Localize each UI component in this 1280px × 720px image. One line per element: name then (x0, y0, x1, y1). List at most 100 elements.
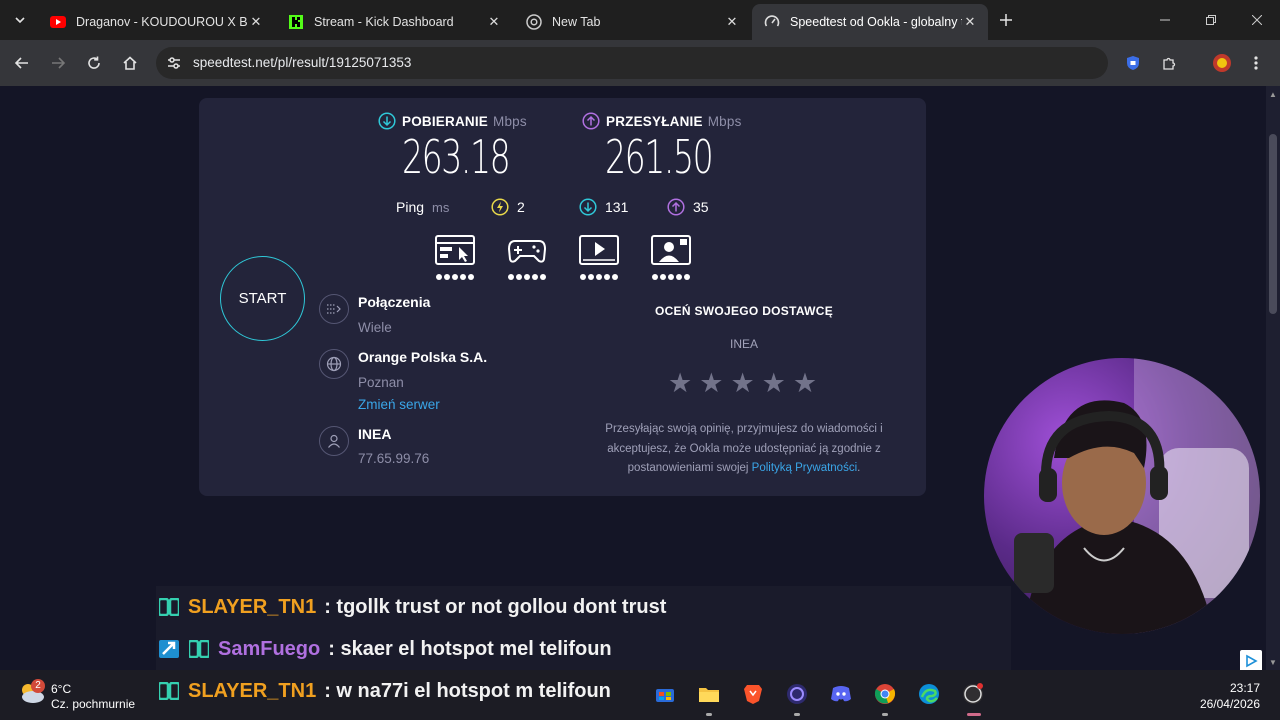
og-badge-icon (158, 681, 180, 701)
tab-kick[interactable]: Stream - Kick Dashboard ✕ (276, 4, 512, 40)
tab-youtube[interactable]: Draganov - KOUDOUROU X BO ✕ (38, 4, 274, 40)
close-icon[interactable]: ✕ (724, 14, 740, 30)
streamer-webcam-image (1014, 358, 1260, 634)
clock-date[interactable]: 26/04/2026 (1190, 697, 1260, 711)
streaming-rating[interactable] (579, 235, 619, 280)
og-badge-icon (188, 639, 210, 659)
close-icon[interactable]: ✕ (248, 14, 264, 30)
idle-latency-icon (491, 198, 509, 216)
gaming-rating[interactable] (507, 235, 547, 280)
tab-title: New Tab (552, 15, 601, 29)
server-location: Poznan (358, 375, 404, 390)
chat-text: : skaer el hotspot mel telifoun (328, 637, 612, 660)
download-latency-icon (579, 198, 597, 216)
tab-new-tab[interactable]: New Tab ✕ (514, 4, 750, 40)
download-arrow-icon (378, 112, 396, 130)
video-call-icon (651, 235, 691, 265)
speedtest-icon (764, 14, 780, 30)
address-bar[interactable]: speedtest.net/pl/result/19125071353 (156, 47, 1108, 79)
app-circle-icon[interactable] (785, 682, 809, 706)
download-speed: 263.18 (402, 130, 511, 184)
isp-ip-address: 77.65.99.76 (358, 451, 430, 466)
ping-download: 131 (579, 197, 628, 217)
adchoices-icon[interactable] (1240, 650, 1262, 672)
upload-unit: Mbps (707, 113, 742, 129)
puzzle-icon (1163, 57, 1176, 70)
scrollbar[interactable]: ▲ ▼ (1266, 86, 1280, 670)
star-icon[interactable]: ★ (762, 370, 786, 397)
change-server-link[interactable]: Zmień serwer (358, 397, 440, 412)
consent-text: Przesyłając swoją opinię, przyjmujesz do… (575, 420, 913, 479)
connections-value: Wiele (358, 320, 392, 335)
download-header: POBIERANIE Mbps (378, 112, 527, 130)
brave-browser-icon[interactable] (741, 682, 765, 706)
scroll-thumb[interactable] (1269, 134, 1277, 314)
tab-speedtest[interactable]: Speedtest od Ookla - globalny t ✕ (752, 4, 988, 40)
ping-upload: 35 (667, 197, 709, 217)
close-window-button[interactable] (1234, 0, 1280, 40)
rate-provider-isp: INEA (729, 337, 758, 351)
ping-idle: 2 (491, 197, 525, 217)
web-browsing-rating[interactable] (435, 235, 475, 280)
tab-title: Draganov - KOUDOUROU X BO (76, 15, 248, 29)
upload-speed: 261.50 (605, 130, 714, 184)
upload-latency-icon (667, 198, 685, 216)
site-info-icon[interactable] (166, 55, 182, 71)
url-text[interactable]: speedtest.net/pl/result/19125071353 (193, 55, 411, 70)
upload-arrow-icon (582, 112, 600, 130)
ping-label-group: Ping ms (396, 197, 449, 217)
start-button[interactable]: START (220, 256, 305, 341)
discord-icon[interactable] (829, 682, 853, 706)
star-rating[interactable]: ★ ★ ★ ★ ★ (668, 370, 817, 397)
weather-temperature[interactable]: 6°C (51, 682, 71, 696)
ping-label: Ping (396, 199, 425, 215)
weather-alert-badge: 2 (31, 679, 45, 693)
star-icon[interactable]: ★ (730, 370, 754, 397)
chat-message: SLAYER_TN1 : tgollk trust or not gollou … (158, 592, 666, 622)
close-icon[interactable]: ✕ (962, 14, 978, 30)
video-call-rating[interactable] (651, 235, 691, 280)
clock-time[interactable]: 23:17 (1220, 681, 1260, 695)
connections-icon (319, 294, 349, 324)
extension-shield-button[interactable] (1121, 51, 1145, 75)
chrome-taskbar-icon[interactable] (873, 682, 897, 706)
new-tab-button[interactable] (996, 10, 1016, 30)
chat-text: : tgollk trust or not gollou dont trust (324, 595, 667, 618)
forward-button[interactable] (46, 51, 70, 75)
tab-title: Speedtest od Ookla - globalny t (790, 15, 962, 29)
chat-message: SamFuego : skaer el hotspot mel telifoun (158, 634, 612, 664)
download-unit: Mbps (493, 113, 527, 129)
scroll-up-arrow-icon[interactable]: ▲ (1268, 90, 1278, 100)
running-indicator (706, 713, 712, 716)
back-button[interactable] (10, 51, 34, 75)
home-button[interactable] (118, 51, 142, 75)
tab-search-button[interactable] (8, 8, 32, 32)
star-icon[interactable]: ★ (793, 370, 817, 397)
file-explorer-icon[interactable] (697, 682, 721, 706)
play-video-icon (579, 235, 619, 265)
edge-icon[interactable] (917, 682, 941, 706)
privacy-policy-link[interactable]: Polityką Prywatności (752, 462, 857, 474)
reload-button[interactable] (82, 51, 106, 75)
ping-upload-value: 35 (693, 199, 709, 215)
store-icon[interactable] (653, 682, 677, 706)
tab-strip: Draganov - KOUDOUROU X BO ✕ Stream - Kic… (0, 0, 1280, 40)
rate-provider-title: OCEŃ SWOJEGO DOSTAWCĘ (654, 304, 834, 318)
scroll-down-arrow-icon[interactable]: ▼ (1268, 658, 1278, 668)
profile-button[interactable] (1210, 51, 1234, 75)
kick-icon (288, 14, 304, 30)
star-icon[interactable]: ★ (668, 370, 692, 397)
extensions-button[interactable] (1157, 51, 1181, 75)
restore-button[interactable] (1188, 0, 1234, 40)
reload-icon (88, 56, 100, 69)
user-icon (319, 426, 349, 456)
minimize-button[interactable] (1142, 0, 1188, 40)
obs-studio-icon[interactable] (961, 682, 985, 706)
shield-icon (1127, 56, 1139, 70)
close-icon[interactable]: ✕ (486, 14, 502, 30)
sub-badge-icon (158, 639, 180, 659)
weather-description[interactable]: Cz. pochmurnie (51, 697, 135, 711)
menu-button[interactable] (1244, 51, 1268, 75)
upload-header: PRZESYŁANIE Mbps (582, 112, 742, 130)
star-icon[interactable]: ★ (699, 370, 723, 397)
